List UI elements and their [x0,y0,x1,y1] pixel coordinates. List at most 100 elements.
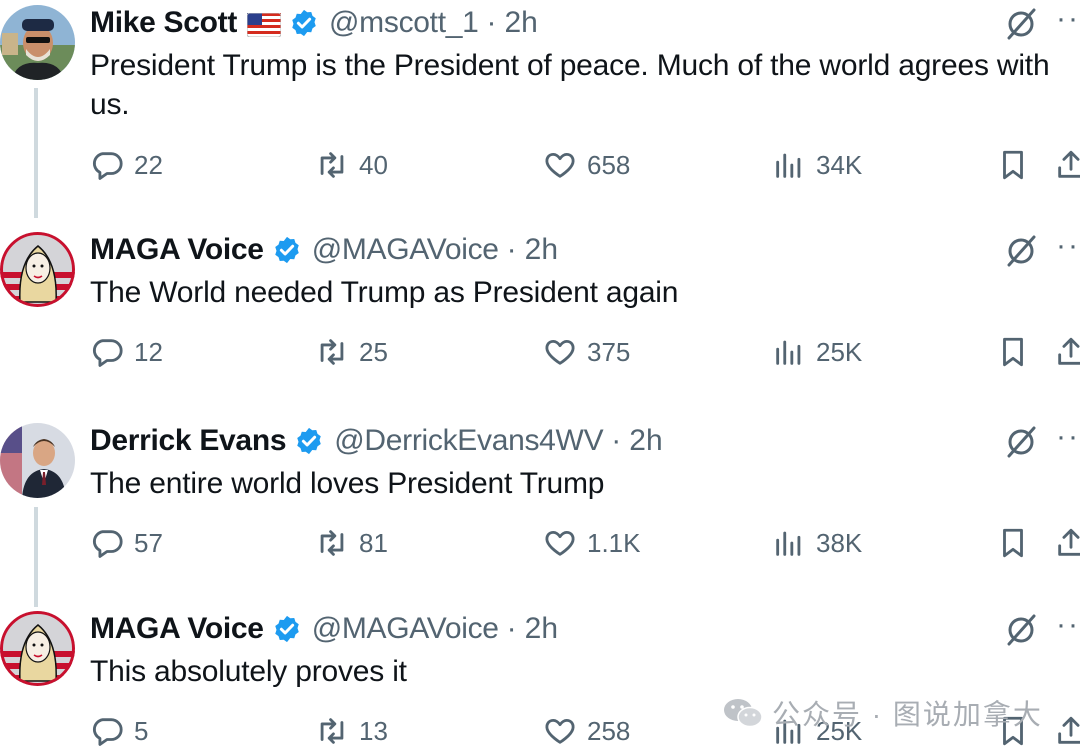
views-icon [776,153,801,178]
avatar[interactable] [0,5,75,80]
handle[interactable]: @MAGAVoice [312,612,499,646]
like-button[interactable]: 658 [543,148,630,182]
more-options-icon[interactable]: ·· [1056,2,1080,36]
retweet-count: 13 [359,715,388,746]
like-count: 375 [587,336,631,367]
bookmark-icon [1003,528,1023,558]
retweet-button[interactable]: 81 [315,526,388,560]
tweet[interactable]: Mike Scott @mscott_1 · 2h ·· President T… [0,0,1080,200]
tweet-text: This absolutely proves it [90,655,407,688]
verified-badge-icon[interactable] [294,426,324,456]
bookmark-icon [1003,337,1023,367]
share-icon [1058,716,1080,744]
reply-button[interactable]: 5 [90,714,148,748]
bookmark-button[interactable] [996,148,1030,182]
timestamp[interactable]: 2h [525,233,558,267]
share-icon [1058,528,1080,556]
share-button[interactable] [1054,714,1080,748]
grok-icon[interactable] [1003,612,1039,648]
tweet-text: The entire world loves President Trump [90,467,605,500]
share-button[interactable] [1054,148,1080,182]
like-button[interactable]: 258 [543,714,630,748]
verified-badge-icon[interactable] [272,614,302,644]
retweet-icon [320,152,344,178]
share-button[interactable] [1054,526,1080,560]
reply-count: 5 [134,715,149,746]
retweet-count: 25 [359,336,388,367]
retweet-count: 81 [359,527,388,558]
verified-badge-icon[interactable] [289,8,319,38]
separator: · [506,233,517,266]
bookmark-button[interactable] [996,335,1030,369]
bookmark-icon [1003,150,1023,180]
grok-icon[interactable] [1003,424,1039,460]
tweet-text: The World needed Trump as President agai… [90,276,679,309]
reply-count: 12 [134,336,163,367]
display-name[interactable]: Mike Scott [90,6,237,40]
reply-button[interactable]: 22 [90,148,163,182]
retweet-icon [320,339,344,365]
reply-icon [93,339,123,367]
views-button[interactable]: 25K [772,335,862,369]
retweet-icon [320,530,344,556]
view-count: 38K [816,527,863,558]
grok-icon[interactable] [1003,233,1039,269]
us-flag-icon [246,11,282,38]
share-icon [1058,337,1080,365]
heart-icon [545,718,575,744]
separator: · [611,424,622,457]
handle[interactable]: @DerrickEvans4WV [334,424,603,458]
more-options-icon[interactable]: ·· [1056,420,1080,454]
view-count: 34K [816,149,863,180]
reply-count: 57 [134,527,163,558]
views-button[interactable]: 38K [772,526,862,560]
bookmark-button[interactable] [996,526,1030,560]
retweet-count: 40 [359,149,388,180]
reply-icon [93,152,123,180]
view-count: 25K [816,336,863,367]
handle[interactable]: @MAGAVoice [312,233,499,267]
tweet-text: President Trump is the President of peac… [90,49,1050,121]
grok-icon[interactable] [1003,6,1039,42]
display-name[interactable]: MAGA Voice [90,233,264,267]
views-icon [776,531,801,556]
share-button[interactable] [1054,335,1080,369]
handle[interactable]: @mscott_1 [329,6,479,40]
watermark-text: 公众号 · 图说加拿大 [772,699,1043,730]
reply-count: 22 [134,149,163,180]
reply-icon [93,530,123,558]
views-button[interactable]: 34K [772,148,862,182]
separator: · [506,612,517,645]
like-count: 658 [587,149,631,180]
tweet[interactable]: MAGA Voice @MAGAVoice · 2h ·· The World … [0,227,1080,397]
heart-icon [545,152,575,178]
display-name[interactable]: MAGA Voice [90,612,264,646]
timestamp[interactable]: 2h [525,612,558,646]
views-icon [776,340,801,365]
tweet[interactable]: Derrick Evans @DerrickEvans4WV · 2h ·· T… [0,418,1080,588]
timestamp[interactable]: 2h [505,6,538,40]
display-name[interactable]: Derrick Evans [90,424,287,458]
share-icon [1058,150,1080,178]
watermark: 公众号 · 图说加拿大 [722,693,1043,733]
more-options-icon[interactable]: ·· [1056,229,1080,263]
more-options-icon[interactable]: ·· [1056,608,1080,642]
heart-icon [545,530,575,556]
like-button[interactable]: 1.1K [543,526,641,560]
wechat-icon [724,699,763,728]
like-button[interactable]: 375 [543,335,630,369]
avatar[interactable] [0,611,75,686]
retweet-button[interactable]: 25 [315,335,388,369]
timestamp[interactable]: 2h [629,424,662,458]
verified-badge-icon[interactable] [272,235,302,265]
heart-icon [545,339,575,365]
retweet-button[interactable]: 13 [315,714,388,748]
reply-button[interactable]: 57 [90,526,163,560]
reply-button[interactable]: 12 [90,335,163,369]
like-count: 258 [587,715,631,746]
avatar[interactable] [0,232,75,307]
retweet-icon [320,718,344,744]
avatar[interactable] [0,423,75,498]
reply-icon [93,718,123,746]
retweet-button[interactable]: 40 [315,148,388,182]
